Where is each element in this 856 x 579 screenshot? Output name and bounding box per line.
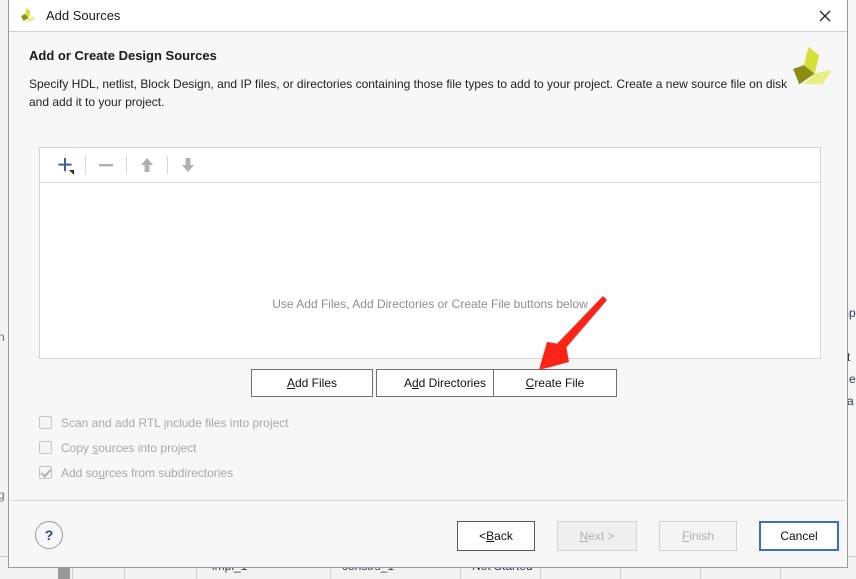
create-file-suffix: reate File — [534, 376, 585, 390]
source-list-body[interactable]: Use Add Files, Add Directories or Create… — [40, 183, 820, 358]
add-sources-subdirectories-checkbox: Add sources from subdirectories — [39, 460, 439, 485]
scan-rtl-include-checkbox: Scan and add RTL include files into proj… — [39, 410, 439, 435]
finish-button: Finish — [659, 521, 737, 551]
next-button: Next > — [557, 521, 637, 551]
toolbar-divider — [126, 156, 127, 174]
footer-divider — [10, 500, 848, 501]
move-down-button — [173, 152, 203, 178]
add-source-button[interactable] — [50, 152, 80, 178]
option-label: Copy sources into project — [61, 440, 197, 455]
add-sources-dialog: Add Sources Add or Create Design Sources… — [8, 0, 848, 568]
dialog-title: Add Sources — [46, 8, 121, 23]
source-list-panel: Use Add Files, Add Directories or Create… — [39, 147, 821, 359]
help-button[interactable]: ? — [35, 521, 63, 549]
create-file-button[interactable]: Create File — [493, 369, 617, 397]
checkbox-indicator — [39, 441, 52, 454]
cancel-button[interactable]: Cancel — [759, 521, 839, 551]
background-left-strip: n g — [0, 0, 8, 579]
source-list-empty-message: Use Add Files, Add Directories or Create… — [272, 297, 588, 311]
background-left-fragment: g — [0, 488, 5, 502]
page-description: Specify HDL, netlist, Block Design, and … — [29, 77, 788, 109]
move-up-button — [132, 152, 162, 178]
add-files-button[interactable]: Add Files — [251, 369, 373, 397]
add-files-mnemonic: A — [286, 376, 295, 390]
checkbox-indicator — [39, 466, 52, 479]
option-label: Scan and add RTL include files into proj… — [61, 415, 289, 430]
add-directories-suffix: d Directories — [418, 376, 487, 390]
add-directories-mnemonic: d — [411, 376, 419, 390]
add-directories-prefix: A — [403, 376, 412, 390]
copy-sources-checkbox: Copy sources into project — [39, 435, 439, 460]
remove-source-button — [91, 152, 121, 178]
toolbar-divider — [167, 156, 168, 174]
option-label: Add sources from subdirectories — [61, 465, 234, 480]
dialog-header: Add or Create Design Sources Specify HDL… — [9, 32, 847, 126]
background-left-fragment: n — [0, 330, 5, 344]
checkbox-indicator — [39, 416, 52, 429]
toolbar-divider — [85, 156, 86, 174]
source-list-toolbar — [40, 148, 820, 183]
xilinx-pinwheel-logo — [793, 46, 833, 85]
create-file-mnemonic: C — [525, 376, 535, 390]
page-title: Add or Create Design Sources — [29, 48, 217, 63]
dialog-titlebar: Add Sources — [9, 0, 847, 32]
close-icon[interactable] — [803, 0, 847, 31]
source-action-buttons: Add Files Add Directories Create File — [9, 369, 849, 397]
back-button[interactable]: < Back — [457, 521, 535, 551]
vivado-logo-icon — [21, 7, 36, 22]
add-files-suffix: dd Files — [294, 376, 338, 390]
source-options-group: Scan and add RTL include files into proj… — [39, 410, 439, 485]
